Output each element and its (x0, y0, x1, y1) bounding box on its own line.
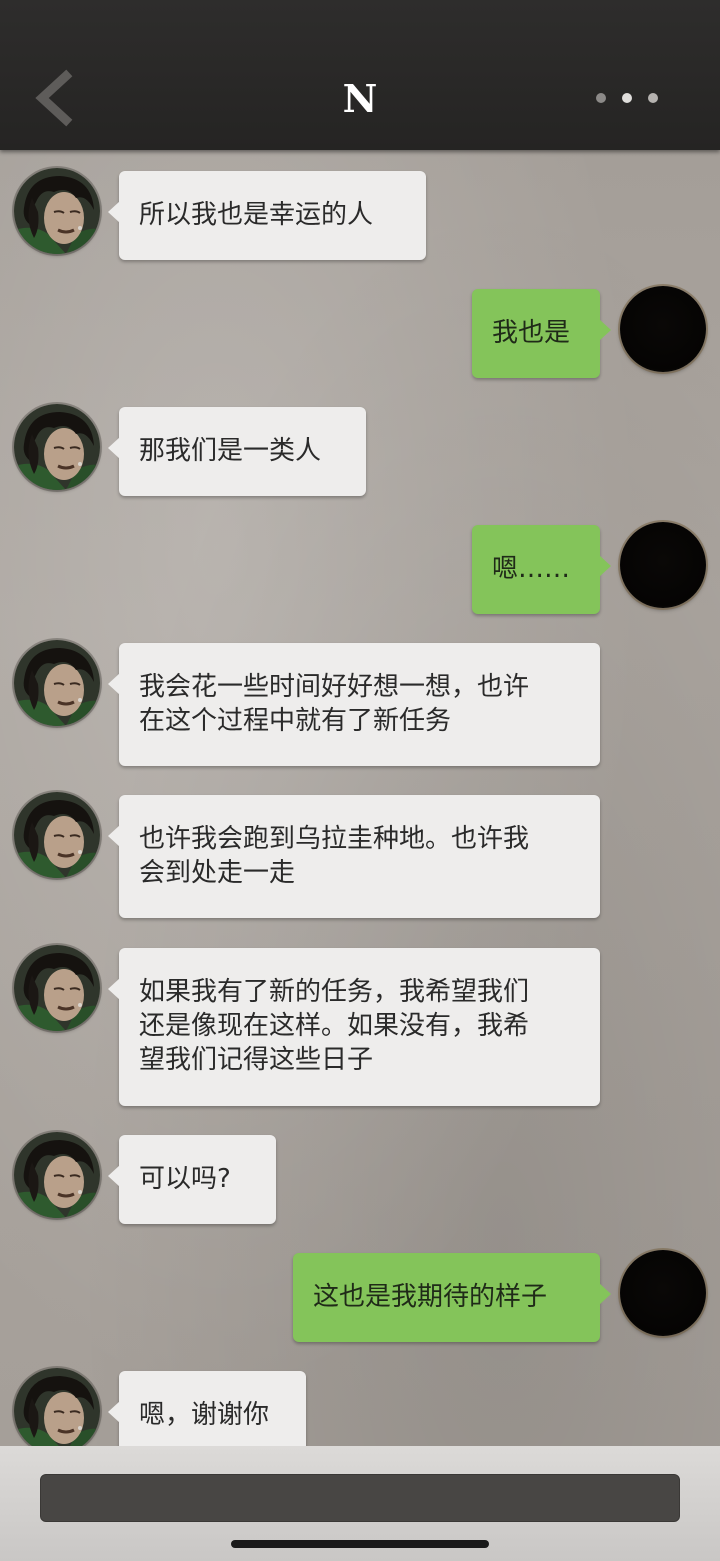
input-bar (0, 1446, 720, 1561)
contact-avatar[interactable] (14, 1368, 100, 1454)
message-bubble-incoming[interactable]: 那我们是一类人 (108, 407, 366, 496)
more-options-button[interactable] (588, 82, 668, 114)
home-indicator[interactable] (231, 1540, 489, 1548)
message-bubble-incoming[interactable]: 可以吗? (108, 1135, 276, 1224)
portrait-icon (14, 1132, 100, 1218)
portrait-icon (14, 945, 100, 1031)
message-bubble-incoming[interactable]: 如果我有了新的任务，我希望我们 还是像现在这样。如果没有，我希 望我们记得这些日… (108, 948, 600, 1106)
message-bubble-outgoing[interactable]: 这也是我期待的样子 (293, 1253, 611, 1342)
more-dots-icon-dot (648, 93, 658, 103)
portrait-icon (14, 640, 100, 726)
message-bubble-incoming[interactable]: 也许我会跑到乌拉圭种地。也许我 会到处走一走 (108, 795, 600, 918)
contact-avatar[interactable] (14, 404, 100, 490)
user-avatar[interactable] (620, 522, 706, 608)
message-bubble-incoming[interactable]: 我会花一些时间好好想一想，也许 在这个过程中就有了新任务 (108, 643, 600, 766)
message-input[interactable] (40, 1474, 680, 1522)
portrait-icon (14, 1368, 100, 1454)
contact-avatar[interactable] (14, 945, 100, 1031)
navigation-bar: N (0, 0, 720, 150)
more-dots-icon (596, 93, 606, 103)
portrait-icon (14, 168, 100, 254)
message-bubble-outgoing[interactable]: 我也是 (472, 289, 611, 378)
message-bubble-outgoing[interactable]: 嗯…… (472, 525, 611, 614)
contact-avatar[interactable] (14, 168, 100, 254)
portrait-icon (14, 792, 100, 878)
contact-avatar[interactable] (14, 792, 100, 878)
more-dots-icon-dot (622, 93, 632, 103)
user-avatar[interactable] (620, 1250, 706, 1336)
user-avatar[interactable] (620, 286, 706, 372)
contact-avatar[interactable] (14, 1132, 100, 1218)
contact-avatar[interactable] (14, 640, 100, 726)
message-bubble-incoming[interactable]: 所以我也是幸运的人 (108, 171, 426, 260)
portrait-icon (14, 404, 100, 490)
chat-screen: 所以我也是幸运的人 我也是 那我们是一类人 嗯…… 我会花一些时间好好想一想，也 (0, 0, 720, 1561)
